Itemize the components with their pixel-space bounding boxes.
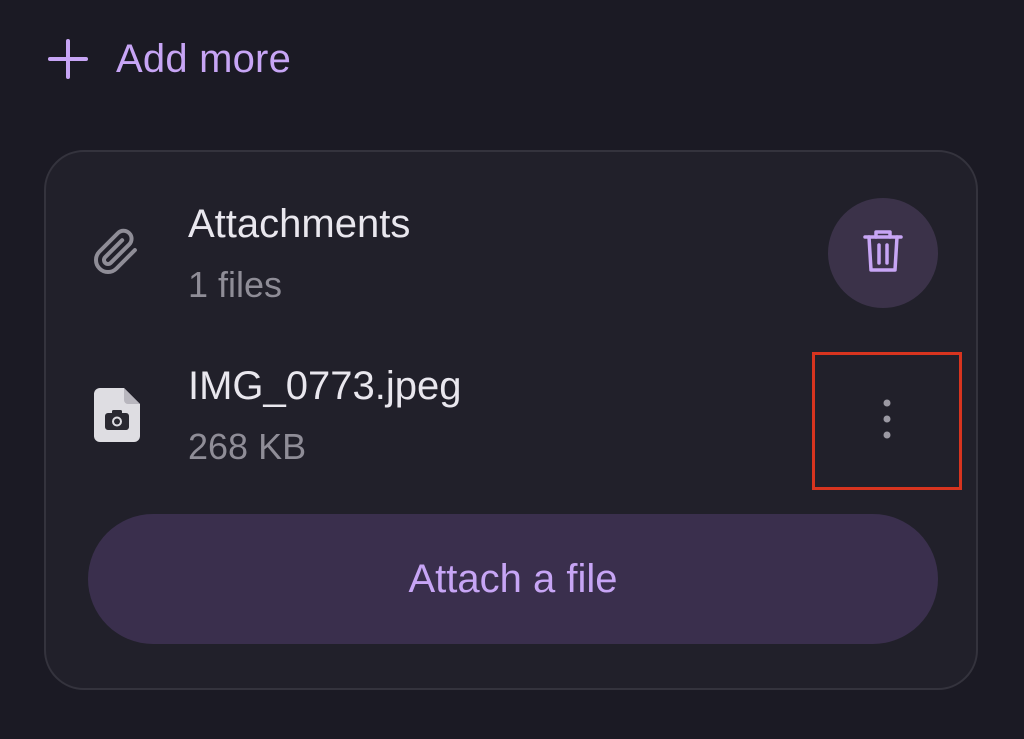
attachments-card: Attachments 1 files IMG_0773.jpeg 268 KB — [44, 150, 978, 690]
add-more-label: Add more — [116, 36, 292, 81]
attachments-count: 1 files — [188, 264, 283, 305]
attach-file-button[interactable]: Attach a file — [88, 514, 938, 644]
paperclip-icon — [92, 228, 140, 276]
attach-file-label: Attach a file — [408, 556, 618, 601]
add-more-button[interactable]: Add more — [48, 34, 291, 84]
file-more-options-button[interactable] — [812, 352, 962, 490]
file-name: IMG_0773.jpeg — [188, 364, 462, 408]
trash-icon — [861, 227, 905, 280]
attachments-title: Attachments — [188, 202, 411, 246]
image-file-icon — [92, 386, 142, 444]
plus-icon — [48, 39, 88, 79]
delete-attachments-button[interactable] — [828, 198, 938, 308]
file-size: 268 KB — [188, 426, 307, 467]
more-vertical-icon — [881, 397, 893, 446]
